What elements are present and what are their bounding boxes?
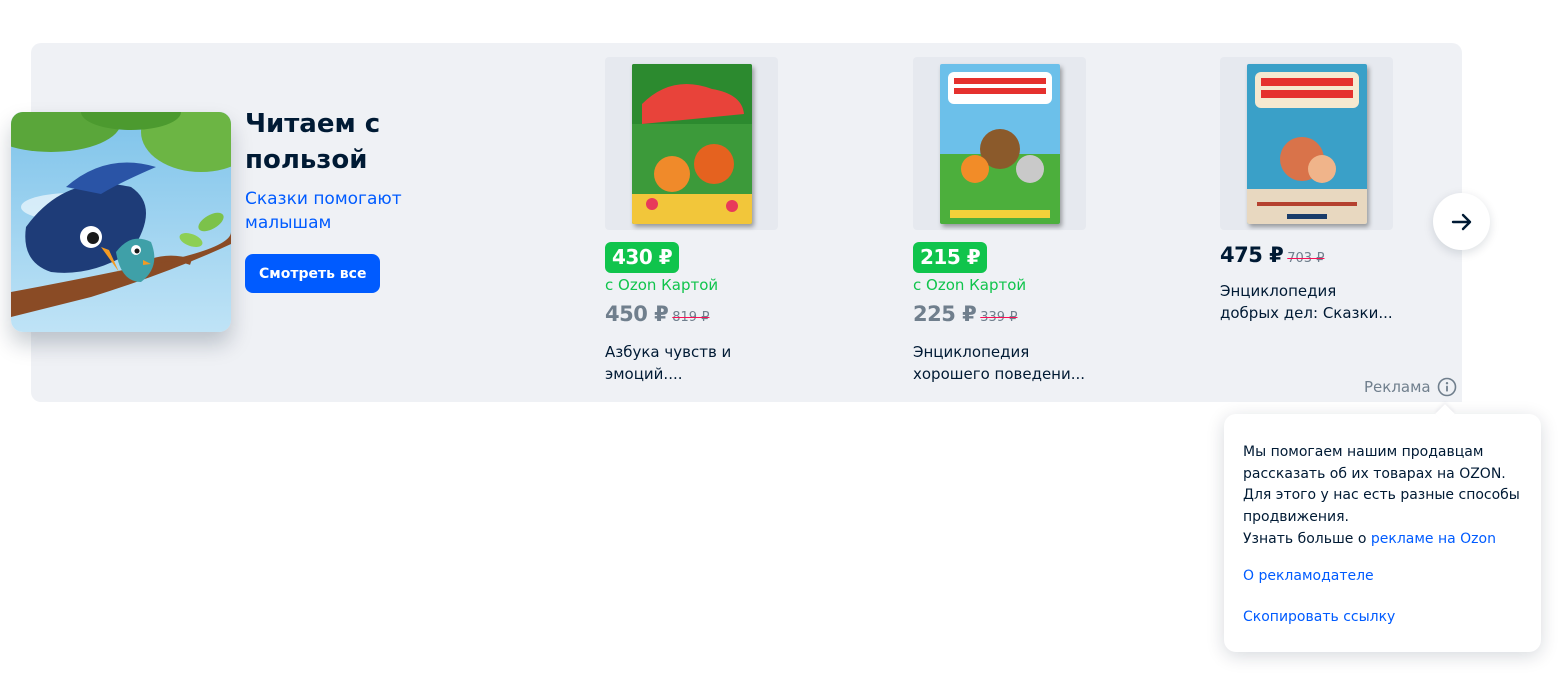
promo-title: Читаем с пользой [245,109,381,175]
product-image[interactable] [1220,57,1393,230]
old-price: 819 ₽ [672,310,710,325]
ozon-card-label: с Ozon Картой [605,276,719,294]
next-arrow-button[interactable] [1433,193,1490,250]
ad-label[interactable]: Реклама [1356,371,1462,402]
product-image[interactable] [605,57,778,230]
old-price: 339 ₽ [980,310,1018,325]
regular-price: 450 ₽ [605,302,669,326]
ad-info-description: Мы помогаем нашим продавцам рассказать о… [1243,444,1520,526]
learn-more-link[interactable]: рекламе на Ozon [1371,531,1496,547]
product-title[interactable]: Энциклопедия добрых дел: Сказки... [1220,280,1400,324]
book-cover-image [631,63,752,224]
arrow-right-icon [1451,213,1471,230]
card-price-badge: 215 ₽ [913,242,988,273]
price-line: 475 ₽703 ₽ [1220,240,1430,274]
regular-price: 475 ₽ [1220,243,1284,267]
see-all-button[interactable]: Смотреть все [245,254,381,293]
book-cover-image [939,63,1060,224]
copy-link-button[interactable]: Скопировать ссылку [1243,607,1523,627]
regular-price: 225 ₽ [913,302,977,326]
old-price: 703 ₽ [1287,251,1325,266]
price-line: 450 ₽819 ₽ [605,299,815,333]
promo-image[interactable] [11,112,231,332]
ad-info-popup: Мы помогаем нашим продавцам рассказать о… [1224,414,1541,652]
ozon-card-label: с Ozon Картой [913,276,1027,294]
product-title[interactable]: Энциклопедия хорошего поведени... [913,341,1093,385]
price-line: 225 ₽339 ₽ [913,299,1123,333]
product-title[interactable]: Азбука чувств и эмоций.... [605,341,785,385]
product-image[interactable] [913,57,1086,230]
learn-more-prefix: Узнать больше о [1243,530,1367,547]
birds-illustration [11,112,231,332]
product-card[interactable]: 215 ₽ с Ozon Картой 225 ₽339 ₽ Энциклопе… [913,57,1123,385]
promo-subtitle: Сказки помогают малышам [245,189,402,233]
card-price-badge: 430 ₽ [605,242,680,273]
product-card[interactable]: 475 ₽703 ₽ Энциклопедия добрых дел: Сказ… [1220,57,1430,324]
about-advertiser-link[interactable]: О рекламодателе [1243,566,1523,586]
ad-label-text: Реклама [1364,377,1431,396]
product-card[interactable]: 430 ₽ с Ozon Картой 450 ₽819 ₽ Азбука чу… [605,57,815,385]
book-cover-image [1246,63,1367,224]
ad-info-text: Мы помогаем нашим продавцам рассказать о… [1243,442,1523,551]
info-icon[interactable] [1437,377,1457,397]
